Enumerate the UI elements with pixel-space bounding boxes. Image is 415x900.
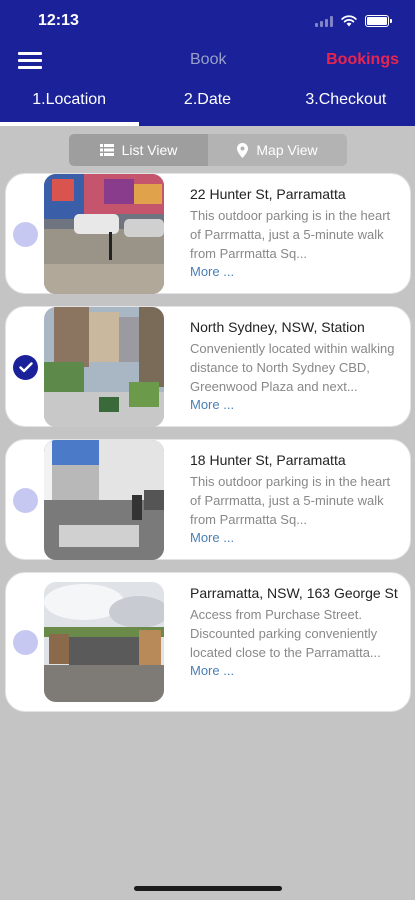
app-header: Book Bookings: [0, 42, 415, 78]
listing-title: 22 Hunter St, Parramatta: [190, 186, 346, 202]
listing-title: 18 Hunter St, Parramatta: [190, 452, 346, 468]
bookings-tab[interactable]: Bookings: [326, 51, 399, 69]
list-view-button[interactable]: List View: [69, 134, 208, 166]
map-view-label: Map View: [256, 142, 318, 158]
wifi-icon: [341, 15, 357, 27]
signal-icon: [315, 15, 333, 27]
parking-photo: [44, 174, 164, 294]
more-link[interactable]: More ...: [190, 663, 400, 678]
map-pin-icon: [237, 142, 249, 158]
step-date[interactable]: 2.Date: [138, 78, 276, 126]
status-bar: 12:13: [0, 0, 415, 42]
list-view-label: List View: [121, 142, 178, 158]
radio-selected[interactable]: [13, 355, 38, 380]
active-step-indicator: [0, 122, 139, 126]
checkmark-icon: [18, 362, 33, 373]
book-tab[interactable]: Book: [190, 51, 226, 69]
radio-unselected[interactable]: [13, 488, 38, 513]
home-indicator[interactable]: [134, 886, 282, 891]
battery-icon: [365, 15, 392, 27]
listing-card[interactable]: 22 Hunter St, Parramatta This outdoor pa…: [5, 173, 411, 294]
parking-photo: [44, 582, 164, 702]
list-icon: [99, 144, 114, 156]
more-link[interactable]: More ...: [190, 530, 400, 545]
parking-photo: [44, 440, 164, 560]
listing-description: This outdoor parking is in the heart of …: [190, 208, 391, 261]
listing-description: Access from Purchase Street. Discounted …: [190, 607, 381, 660]
radio-unselected[interactable]: [13, 222, 38, 247]
more-link[interactable]: More ...: [190, 397, 400, 412]
status-icons: [315, 15, 392, 27]
listing-card[interactable]: 18 Hunter St, Parramatta This outdoor pa…: [5, 439, 411, 560]
step-checkout[interactable]: 3.Checkout: [277, 78, 415, 126]
listing-title: North Sydney, NSW, Station: [190, 319, 365, 335]
listing-title: Parramatta, NSW, 163 George St: [190, 585, 398, 601]
parking-photo: [44, 307, 164, 427]
radio-unselected[interactable]: [13, 630, 38, 655]
listing-card[interactable]: Parramatta, NSW, 163 George St Access fr…: [5, 572, 411, 712]
status-time: 12:13: [38, 12, 79, 29]
map-view-button[interactable]: Map View: [208, 134, 347, 166]
step-tabs: 1.Location 2.Date 3.Checkout: [0, 78, 415, 126]
more-link[interactable]: More ...: [190, 264, 400, 279]
listing-card[interactable]: North Sydney, NSW, Station Conveniently …: [5, 306, 411, 427]
listing-description: This outdoor parking is in the heart of …: [190, 474, 391, 527]
step-location[interactable]: 1.Location: [0, 78, 138, 126]
view-toggle: List View Map View: [69, 134, 347, 166]
listing-description: Conveniently located within walking dist…: [190, 341, 395, 394]
hamburger-menu-icon[interactable]: [18, 52, 42, 69]
